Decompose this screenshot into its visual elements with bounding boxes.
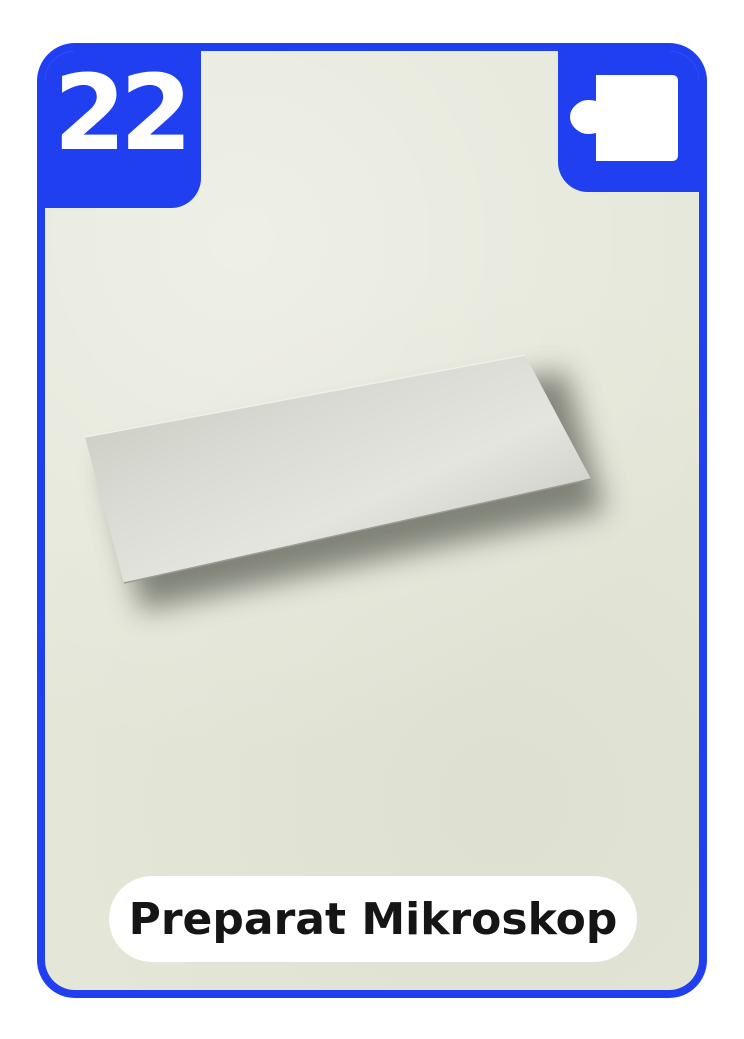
card-title-label: Preparat Mikroskop — [109, 876, 637, 962]
card-number: 22 — [53, 52, 193, 174]
puzzle-piece-icon — [570, 75, 678, 161]
card-number-tab: 22 — [45, 51, 201, 208]
card: 22 Preparat Mikroskop — [37, 43, 707, 998]
puzzle-tab — [558, 51, 699, 192]
card-face: 22 Preparat Mikroskop — [45, 51, 699, 990]
card-title: Preparat Mikroskop — [128, 893, 618, 945]
